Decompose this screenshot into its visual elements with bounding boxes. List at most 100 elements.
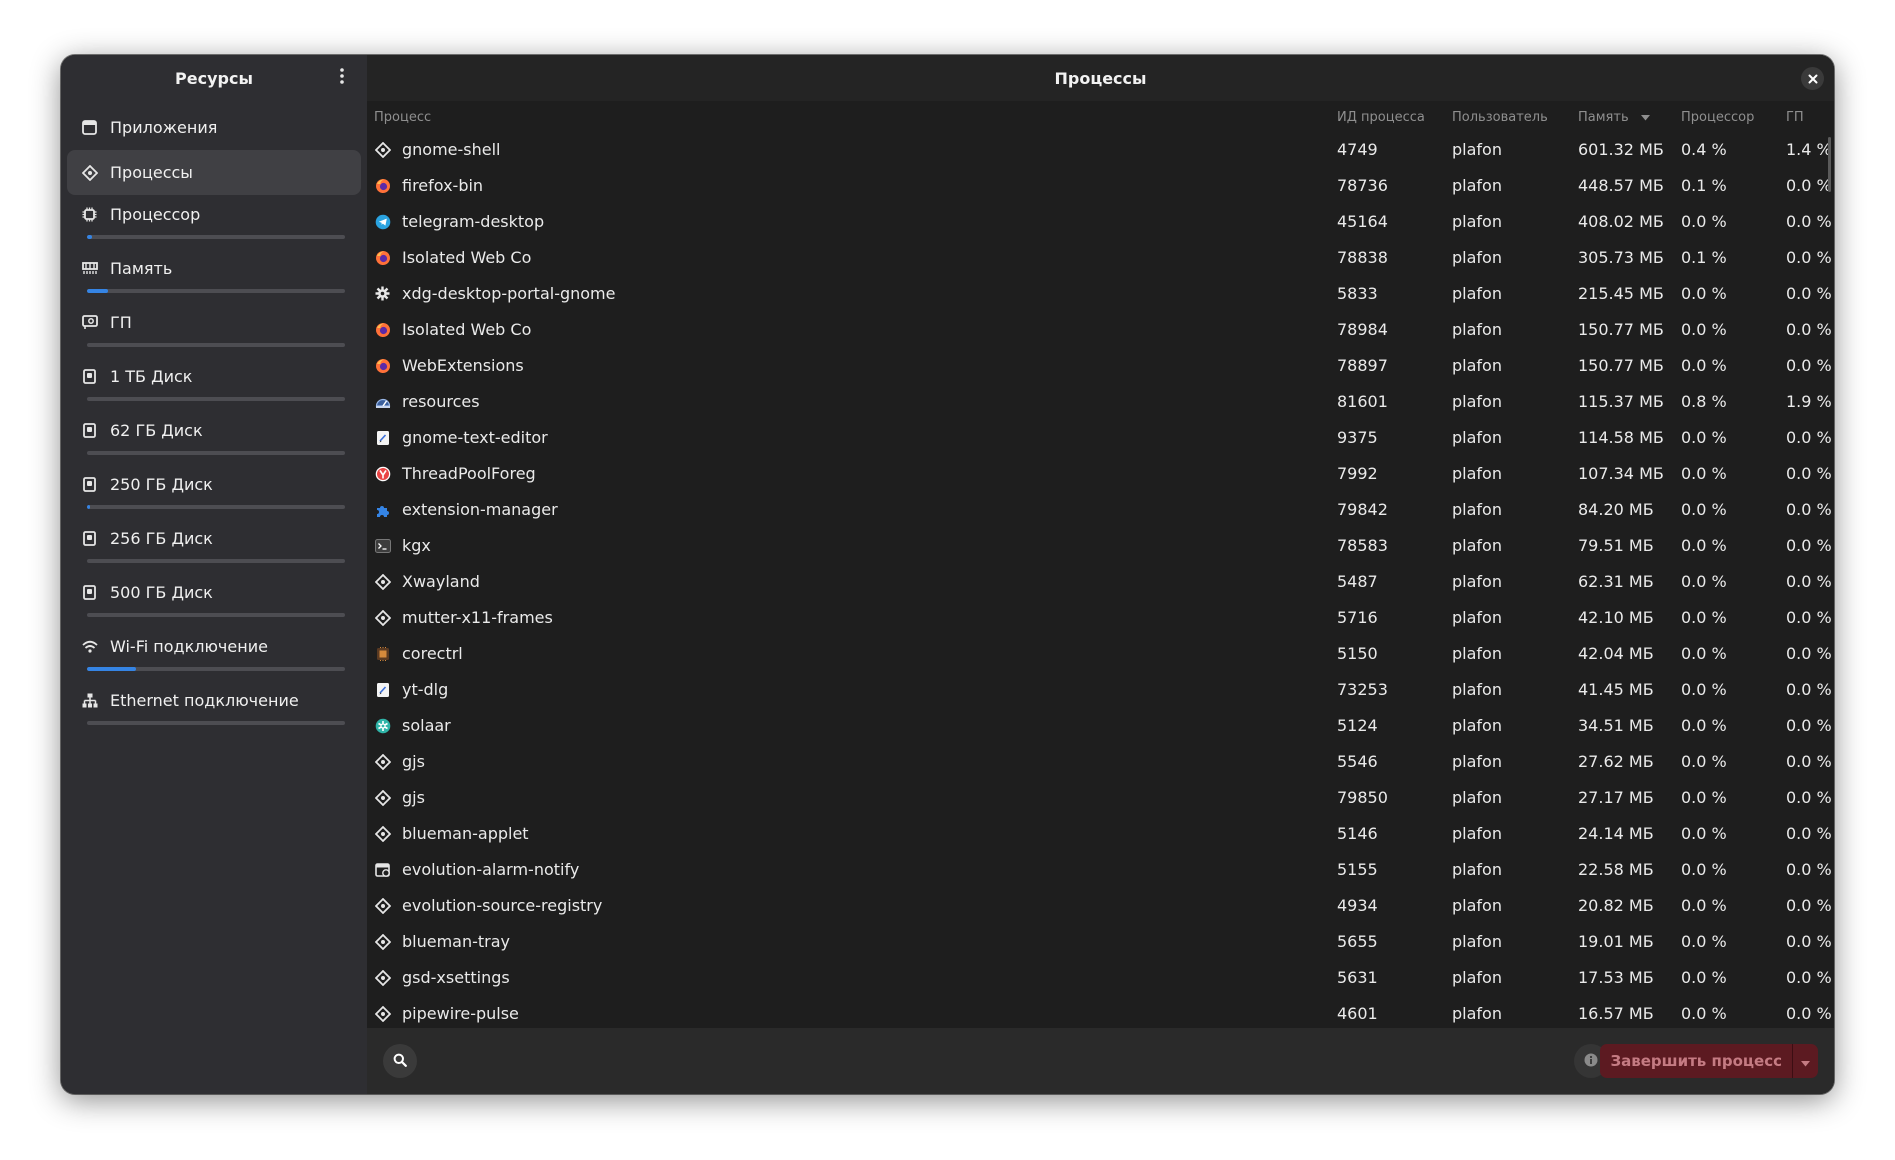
process-name: yt-dlg [402,680,449,699]
table-row[interactable]: solaar 5124 plafon 34.51 МБ 0.0 % 0.0 % [367,707,1834,743]
process-name: Isolated Web Co [402,320,532,339]
table-row[interactable]: telegram-desktop 45164 plafon 408.02 МБ 0.0 … [367,203,1834,239]
column-header-memory-label: Память [1578,110,1629,125]
table-row[interactable]: extension-manager 79842 plafon 84.20 МБ 0.0 … [367,491,1834,527]
process-memory: 27.62 МБ [1578,752,1654,771]
table-row[interactable]: gnome-shell 4749 plafon 601.32 МБ 0.4 % 1.4 % [367,131,1834,167]
column-header-process[interactable]: Процесс [374,110,431,125]
process-user: plafon [1452,140,1502,159]
sidebar-item-label: Процессор [110,204,201,224]
process-memory: 408.02 МБ [1578,212,1664,231]
sidebar-item-10[interactable]: Wi-Fi подключение [67,627,361,681]
process-user: plafon [1452,464,1502,483]
sidebar-item-4[interactable]: ГП [67,303,361,357]
sidebar-item-8[interactable]: 256 ГБ Диск [67,519,361,573]
process-name: mutter-x11-frames [402,608,553,627]
process-name: blueman-tray [402,932,511,951]
process-pid: 5150 [1337,644,1378,663]
process-memory: 22.58 МБ [1578,860,1654,879]
process-name: Isolated Web Co [402,248,532,267]
process-user: plafon [1452,320,1502,339]
search-button[interactable] [383,1044,417,1078]
table-row[interactable]: blueman-applet 5146 plafon 24.14 МБ 0.0 % 0.0… [367,815,1834,851]
close-button[interactable] [1801,67,1824,90]
table-row[interactable]: Xwayland 5487 plafon 62.31 МБ 0.0 % 0.0 % [367,563,1834,599]
process-memory: 114.58 МБ [1578,428,1664,447]
process-name: gnome-shell [402,140,501,159]
process-name: xdg-desktop-portal-gnome [402,284,616,303]
column-header-gpu[interactable]: ГП [1786,110,1804,125]
process-name: resources [402,392,480,411]
process-user: plafon [1452,572,1502,591]
generic-process-icon [374,825,391,842]
sidebar-item-5[interactable]: 1 ТБ Диск [67,357,361,411]
disk-icon [81,368,98,385]
process-gpu: 0.0 % [1786,356,1832,375]
process-name: gsd-xsettings [402,968,510,987]
page-title: Процессы [1054,68,1147,88]
process-gpu: 0.0 % [1786,752,1832,771]
process-gpu: 0.0 % [1786,824,1832,843]
table-row[interactable]: ThreadPoolForeg 7992 plafon 107.34 МБ 0.0 % 0… [367,455,1834,491]
sidebar-item-9[interactable]: 500 ГБ Диск [67,573,361,627]
column-header-user[interactable]: Пользователь [1452,110,1548,125]
process-memory: 215.45 МБ [1578,284,1664,303]
sidebar-item-2[interactable]: Процессор [67,195,361,249]
disk-icon [81,584,98,601]
usage-meter [87,397,345,401]
table-row[interactable]: resources 81601 plafon 115.37 МБ 0.8 % 1.9 % [367,383,1834,419]
process-memory: 115.37 МБ [1578,392,1664,411]
end-process-button[interactable]: Завершить процесс [1600,1044,1818,1078]
table-row[interactable]: gjs 79850 plafon 27.17 МБ 0.0 % 0.0 % [367,779,1834,815]
disk-icon [81,422,98,439]
sidebar-item-0[interactable]: Приложения [67,105,361,150]
table-row[interactable]: mutter-x11-frames 5716 plafon 42.10 МБ 0.0 %… [367,599,1834,635]
process-name: telegram-desktop [402,212,545,231]
table-row[interactable]: evolution-source-registry 4934 plafon 20.82… [367,887,1834,923]
sort-down-icon [1640,110,1650,125]
process-cpu: 0.8 % [1681,392,1727,411]
process-user: plafon [1452,176,1502,195]
main-header: Процессы [367,55,1834,101]
table-row[interactable]: evolution-alarm-notify 5155 plafon 22.58 МБ… [367,851,1834,887]
process-memory: 19.01 МБ [1578,932,1654,951]
usage-meter-fill [87,289,108,293]
column-header-cpu[interactable]: Процессор [1681,110,1754,125]
process-memory: 42.10 МБ [1578,608,1654,627]
table-row[interactable]: blueman-tray 5655 plafon 19.01 МБ 0.0 % 0.0 % [367,923,1834,959]
process-pid: 5631 [1337,968,1378,987]
table-row[interactable]: WebExtensions 78897 plafon 150.77 МБ 0.0 % 0.… [367,347,1834,383]
table-row[interactable]: kgx 78583 plafon 79.51 МБ 0.0 % 0.0 % [367,527,1834,563]
process-cpu: 0.0 % [1681,284,1727,303]
table-row[interactable]: yt-dlg 73253 plafon 41.45 МБ 0.0 % 0.0 % [367,671,1834,707]
end-process-options-button[interactable] [1792,1044,1818,1078]
table-row[interactable]: gsd-xsettings 5631 plafon 17.53 МБ 0.0 % 0.0 … [367,959,1834,995]
process-user: plafon [1452,932,1502,951]
sidebar-item-6[interactable]: 62 ГБ Диск [67,411,361,465]
sidebar-item-1[interactable]: Процессы [67,150,361,195]
process-memory: 20.82 МБ [1578,896,1654,915]
table-row[interactable]: Isolated Web Co 78838 plafon 305.73 МБ 0.1 %… [367,239,1834,275]
process-cpu: 0.0 % [1681,680,1727,699]
column-header-memory[interactable]: Память [1578,110,1650,125]
table-row[interactable]: firefox-bin 78736 plafon 448.57 МБ 0.1 % 0.0 … [367,167,1834,203]
table-row[interactable]: gjs 5546 plafon 27.62 МБ 0.0 % 0.0 % [367,743,1834,779]
sidebar-item-11[interactable]: Ethernet подключение [67,681,361,735]
table-row[interactable]: Isolated Web Co 78984 plafon 150.77 МБ 0.0 %… [367,311,1834,347]
main-menu-button[interactable] [327,63,357,93]
column-header-pid[interactable]: ИД процесса [1337,110,1425,125]
usage-meter [87,451,345,455]
process-memory: 150.77 МБ [1578,320,1664,339]
process-cpu: 0.0 % [1681,644,1727,663]
table-row[interactable]: gnome-text-editor 9375 plafon 114.58 МБ 0.0 … [367,419,1834,455]
table-row[interactable]: xdg-desktop-portal-gnome 5833 plafon 215.45… [367,275,1834,311]
process-icon [81,164,98,181]
sidebar-item-3[interactable]: Память [67,249,361,303]
sidebar-item-7[interactable]: 250 ГБ Диск [67,465,361,519]
process-user: plafon [1452,860,1502,879]
table-row[interactable]: pipewire-pulse 4601 plafon 16.57 МБ 0.0 % 0.0… [367,995,1834,1031]
process-cpu: 0.1 % [1681,248,1727,267]
table-row[interactable]: corectrl 5150 plafon 42.04 МБ 0.0 % 0.0 % [367,635,1834,671]
firefox-icon [374,321,391,338]
scrollbar[interactable] [1828,137,1831,192]
